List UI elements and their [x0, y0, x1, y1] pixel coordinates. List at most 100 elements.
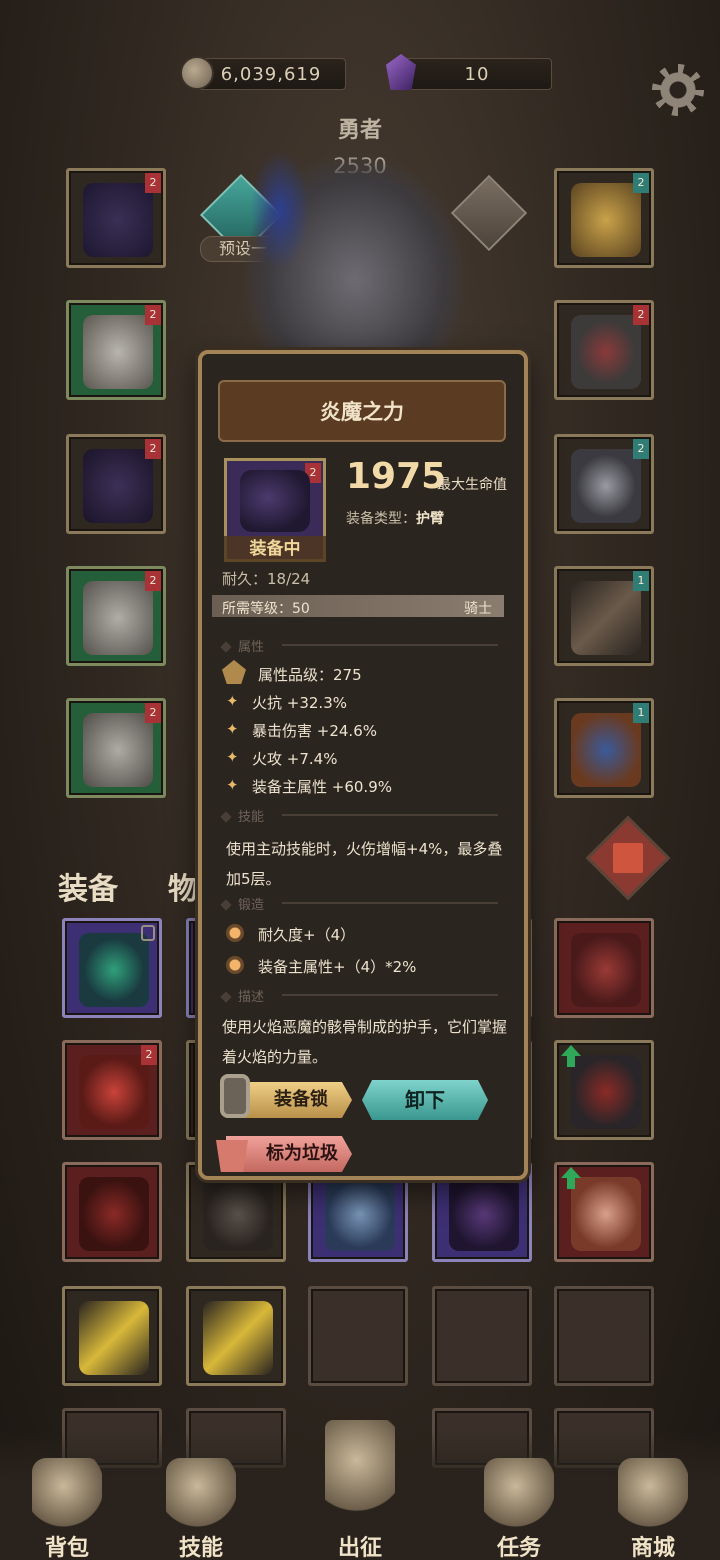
- star-icon: ✦: [226, 748, 239, 766]
- inventory-slot[interactable]: 2: [62, 1040, 162, 1140]
- nav-backpack[interactable]: 背包: [22, 1530, 112, 1560]
- lightning-sword-icon: [79, 1301, 149, 1375]
- inventory-slot-empty[interactable]: [432, 1286, 532, 1386]
- star-icon: ✦: [226, 692, 239, 710]
- inventory-slot[interactable]: [554, 918, 654, 1018]
- star-icon: ✦: [226, 776, 239, 794]
- equip-slot-weapon[interactable]: 1: [554, 566, 654, 666]
- nav-quests[interactable]: 任务: [474, 1530, 564, 1560]
- equip-slot-offhand[interactable]: 1: [554, 698, 654, 798]
- bracer-icon: [83, 449, 153, 523]
- ring-icon: [571, 315, 641, 389]
- slot-badge: 2: [145, 173, 161, 193]
- forge-line: 装备主属性+（4）*2%: [258, 958, 417, 976]
- slot-badge: 2: [633, 305, 649, 325]
- nav-skills[interactable]: 技能: [156, 1530, 246, 1560]
- lock-icon: [141, 925, 155, 941]
- inventory-slot[interactable]: [554, 1040, 654, 1140]
- inventory-slot[interactable]: [554, 1162, 654, 1262]
- nav-shop[interactable]: 商城: [608, 1530, 698, 1560]
- forge-dot-icon: [226, 956, 244, 974]
- armor-icon: [325, 1177, 395, 1251]
- attribute-line: 火攻 +7.4%: [252, 750, 338, 768]
- slot-badge: 2: [145, 305, 161, 325]
- pants-icon: [79, 1177, 149, 1251]
- equip-slot-bracer[interactable]: 2: [66, 434, 166, 534]
- lock-icon: [220, 1074, 250, 1118]
- slot-badge: 1: [633, 703, 649, 723]
- required-class: 骑士: [464, 601, 492, 617]
- section-label: 技能: [238, 810, 265, 825]
- slot-badge: 2: [145, 571, 161, 591]
- chest-armor-icon: [79, 1055, 149, 1129]
- armor-icon: [83, 315, 153, 389]
- equip-slot-boots[interactable]: 2: [66, 698, 166, 798]
- nav-expedition[interactable]: 出征: [315, 1530, 405, 1560]
- attribute-line: 暴击伤害 +24.6%: [252, 722, 377, 740]
- slot-badge: 2: [145, 439, 161, 459]
- inventory-slot-empty[interactable]: [308, 1286, 408, 1386]
- unequip-button[interactable]: 卸下: [362, 1080, 488, 1120]
- shield-icon: [571, 713, 641, 787]
- demon-mask-icon: [571, 933, 641, 1007]
- inventory-slot-empty[interactable]: [554, 1286, 654, 1386]
- knight-plume: [250, 150, 310, 270]
- helmet-icon: [83, 183, 153, 257]
- durability: 耐久：18/24: [222, 570, 311, 588]
- inventory-slot[interactable]: [62, 1286, 162, 1386]
- section-skill: 技能: [220, 806, 504, 825]
- section-label: 属性: [238, 640, 265, 655]
- amulet-icon: [571, 183, 641, 257]
- forge-line: 耐久度+（4）: [258, 926, 356, 944]
- helmet-icon: [449, 1177, 519, 1251]
- forge-dot-icon: [226, 924, 244, 942]
- trash-can-body: [613, 843, 643, 873]
- main-stat-name: 最大生命值: [437, 477, 507, 493]
- hero-title: 勇者: [337, 118, 382, 143]
- main-stat-value: 1975: [346, 456, 447, 497]
- equip-type-label: 装备类型：: [346, 511, 416, 527]
- tab-equipment[interactable]: 装备: [58, 864, 118, 908]
- required-level: 所需等级：50: [222, 601, 310, 617]
- item-name: 炎魔之力: [320, 400, 404, 424]
- equip-slot-helmet[interactable]: 2: [66, 168, 166, 268]
- equip-slot-amulet[interactable]: 2: [554, 168, 654, 268]
- star-icon: ✦: [226, 720, 239, 738]
- section-forge: 锻造: [220, 894, 504, 913]
- sword-icon: [571, 581, 641, 655]
- skill-book-icon[interactable]: [166, 1458, 236, 1528]
- armor-icon: [571, 1177, 641, 1251]
- inventory-slot[interactable]: [186, 1040, 198, 1140]
- equipped-label: 装备中: [224, 536, 326, 562]
- slot-badge: 1: [633, 571, 649, 591]
- section-label: 描述: [238, 990, 265, 1005]
- attribute-line: 火抗 +32.3%: [252, 694, 347, 712]
- legs-icon: [83, 581, 153, 655]
- amulet-icon: [203, 1177, 273, 1251]
- lightning-sword-icon: [203, 1301, 273, 1375]
- necklace-icon: [79, 933, 149, 1007]
- equip-slot-ring-1[interactable]: 2: [554, 300, 654, 400]
- slot-badge: 2: [145, 703, 161, 723]
- ring-icon: [571, 449, 641, 523]
- section-label: 锻造: [238, 898, 265, 913]
- slot-badge: 2: [633, 439, 649, 459]
- quest-scroll-icon[interactable]: [484, 1458, 554, 1528]
- gem-amount: 10: [464, 63, 490, 85]
- shop-icon[interactable]: [618, 1458, 688, 1528]
- equip-slot-ring-2[interactable]: 2: [554, 434, 654, 534]
- backpack-icon[interactable]: [32, 1458, 102, 1528]
- expedition-sword-icon[interactable]: [325, 1420, 395, 1520]
- gear-icon[interactable]: [652, 64, 704, 116]
- equip-slot-armor[interactable]: 2: [66, 300, 166, 400]
- tab-items[interactable]: 物品: [168, 864, 202, 908]
- inventory-slot[interactable]: [62, 1162, 162, 1262]
- inventory-slot[interactable]: [62, 918, 162, 1018]
- inventory-slot[interactable]: [186, 1286, 286, 1386]
- gold-amount: 6,039,619: [220, 63, 322, 85]
- bracer-icon: [240, 470, 310, 532]
- equip-slot-legs[interactable]: 2: [66, 566, 166, 666]
- slot-badge: 2: [141, 1045, 157, 1065]
- slot-badge: 2: [633, 173, 649, 193]
- inventory-slot[interactable]: [186, 918, 198, 1018]
